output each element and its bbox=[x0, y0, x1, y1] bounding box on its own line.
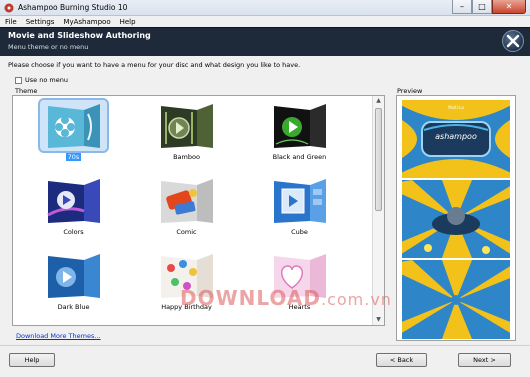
instruction-text: Please choose if you want to have a menu… bbox=[8, 61, 301, 69]
back-button[interactable]: < Back bbox=[376, 353, 427, 367]
app-icon bbox=[4, 3, 14, 12]
menu-myashampoo[interactable]: MyAshampoo bbox=[63, 18, 110, 26]
download-watermark: DOWNLOAD.com.vn bbox=[180, 286, 392, 310]
theme-label: Comic bbox=[176, 228, 197, 236]
preview-image: Multi-Lo ashampoo bbox=[402, 100, 510, 339]
menu-bar: File Settings MyAshampoo Help bbox=[0, 16, 530, 27]
scroll-up-icon[interactable]: ▲ bbox=[373, 96, 384, 106]
theme-tile-bamboo[interactable]: Bamboo bbox=[126, 96, 239, 171]
theme-label: Cube bbox=[291, 228, 308, 236]
svg-text:Multi-Lo: Multi-Lo bbox=[448, 105, 464, 110]
theme-label: Colors bbox=[63, 228, 84, 236]
theme-thumb-bamboo bbox=[153, 100, 220, 151]
theme-label: Black and Green bbox=[272, 153, 327, 161]
menu-file[interactable]: File bbox=[5, 18, 17, 26]
theme-tile-cube[interactable]: Cube bbox=[239, 171, 352, 246]
theme-thumb-colors bbox=[40, 175, 107, 226]
theme-tile-colors[interactable]: Colors bbox=[13, 171, 126, 246]
header-title: Movie and Slideshow Authoring bbox=[8, 31, 151, 40]
title-bar: Ashampoo Burning Studio 10 bbox=[0, 0, 530, 16]
window-title: Ashampoo Burning Studio 10 bbox=[18, 3, 128, 12]
footer-divider bbox=[0, 345, 530, 346]
menu-settings[interactable]: Settings bbox=[26, 18, 55, 26]
theme-tile-70s[interactable]: 70s bbox=[13, 96, 126, 171]
theme-group-label: Theme bbox=[15, 87, 38, 95]
theme-tile-comic[interactable]: Comic bbox=[126, 171, 239, 246]
x-icon bbox=[506, 34, 520, 48]
theme-thumb-black-and-green bbox=[266, 100, 333, 151]
wizard-header: Movie and Slideshow Authoring Menu theme… bbox=[0, 27, 530, 56]
scrollbar-thumb[interactable] bbox=[375, 108, 382, 211]
theme-thumb-dark-blue bbox=[40, 250, 107, 301]
theme-tile-black-and-green[interactable]: Black and Green bbox=[239, 96, 352, 171]
help-button[interactable]: Help bbox=[9, 353, 55, 367]
next-button[interactable]: Next > bbox=[458, 353, 511, 367]
preview-logo-text: ashampoo bbox=[435, 132, 477, 141]
theme-label: Bamboo bbox=[173, 153, 200, 161]
window-controls: – □ ✕ bbox=[452, 0, 526, 15]
scroll-down-icon[interactable]: ▼ bbox=[373, 315, 384, 325]
ashampoo-x-logo[interactable] bbox=[502, 30, 524, 52]
theme-thumb-comic bbox=[153, 175, 220, 226]
preview-group-label: Preview bbox=[397, 87, 423, 95]
theme-tile-dark-blue[interactable]: Dark Blue bbox=[13, 246, 126, 321]
theme-label: 70s bbox=[65, 153, 82, 161]
use-no-menu-row[interactable]: Use no menu bbox=[15, 76, 68, 84]
minimize-button[interactable]: – bbox=[452, 0, 472, 14]
maximize-button[interactable]: □ bbox=[472, 0, 492, 14]
menu-help[interactable]: Help bbox=[120, 18, 136, 26]
theme-thumb-70s bbox=[38, 98, 109, 153]
use-no-menu-label: Use no menu bbox=[25, 76, 68, 84]
close-button[interactable]: ✕ bbox=[492, 0, 526, 14]
download-more-themes-link[interactable]: Download More Themes... bbox=[16, 332, 101, 340]
preview-panel: Multi-Lo ashampoo bbox=[396, 95, 516, 341]
theme-label: Dark Blue bbox=[57, 303, 90, 311]
use-no-menu-checkbox[interactable] bbox=[15, 76, 22, 84]
header-subtitle: Menu theme or no menu bbox=[8, 43, 89, 51]
theme-thumb-cube bbox=[266, 175, 333, 226]
